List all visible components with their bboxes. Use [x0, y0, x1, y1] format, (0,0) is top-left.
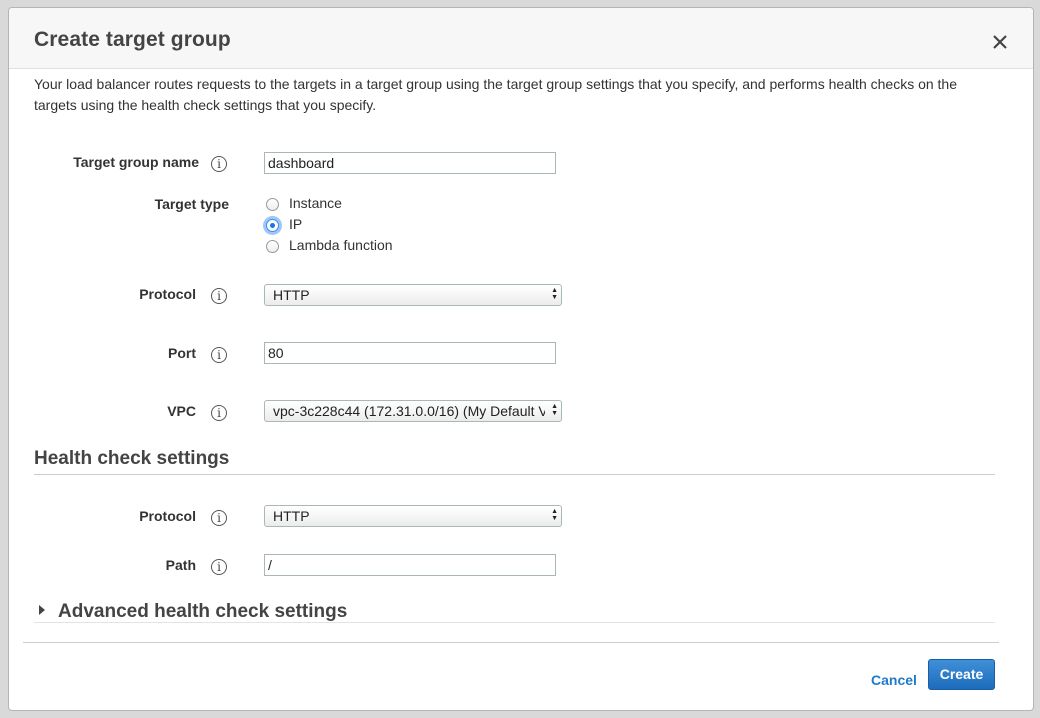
health-check-path-label: Path	[165, 557, 196, 573]
select-arrows-icon: ▲ ▼	[551, 287, 558, 301]
target-type-instance-radio[interactable]	[266, 198, 279, 211]
section-divider	[34, 474, 995, 475]
target-type-ip-radio[interactable]	[266, 219, 279, 232]
port-input[interactable]	[264, 342, 556, 364]
health-check-protocol-label: Protocol	[139, 508, 196, 524]
caret-right-icon[interactable]	[39, 605, 45, 615]
target-group-name-label: Target group name	[73, 154, 199, 170]
select-arrows-icon: ▲ ▼	[551, 508, 558, 522]
protocol-select-value: HTTP	[273, 287, 310, 303]
create-button[interactable]: Create	[928, 659, 995, 690]
target-type-label: Target type	[154, 196, 229, 212]
protocol-select[interactable]: HTTP ▲ ▼	[264, 284, 562, 306]
vpc-label: VPC	[167, 403, 196, 419]
info-icon[interactable]: i	[211, 405, 227, 421]
close-icon[interactable]	[989, 31, 1011, 53]
vpc-select-value: vpc-3c228c44 (172.31.0.0/16) (My Default…	[273, 403, 545, 419]
target-type-instance-label[interactable]: Instance	[289, 195, 342, 211]
dialog-title: Create target group	[34, 28, 231, 51]
target-type-lambda-label[interactable]: Lambda function	[289, 237, 393, 253]
health-check-protocol-select[interactable]: HTTP ▲ ▼	[264, 505, 562, 527]
advanced-health-check-toggle[interactable]: Advanced health check settings	[58, 601, 347, 623]
dialog-description: Your load balancer routes requests to th…	[34, 76, 958, 113]
vpc-select[interactable]: vpc-3c228c44 (172.31.0.0/16) (My Default…	[264, 400, 562, 422]
info-icon[interactable]: i	[211, 288, 227, 304]
protocol-label: Protocol	[139, 286, 196, 302]
port-label: Port	[168, 345, 196, 361]
health-check-section-title: Health check settings	[34, 448, 230, 469]
footer-divider	[23, 642, 999, 643]
info-icon[interactable]: i	[211, 156, 227, 172]
health-check-protocol-value: HTTP	[273, 508, 310, 524]
target-type-lambda-radio[interactable]	[266, 240, 279, 253]
info-icon[interactable]: i	[211, 347, 227, 363]
dialog-header: Create target group	[9, 8, 1033, 69]
advanced-divider	[34, 622, 995, 623]
target-type-ip-label[interactable]: IP	[289, 216, 302, 232]
target-group-name-input[interactable]	[264, 152, 556, 174]
info-icon[interactable]: i	[211, 559, 227, 575]
cancel-button[interactable]: Cancel	[871, 672, 917, 688]
info-icon[interactable]: i	[211, 510, 227, 526]
create-target-group-dialog: Create target group Your load balancer r…	[8, 7, 1034, 711]
health-check-path-input[interactable]	[264, 554, 556, 576]
select-arrows-icon: ▲ ▼	[551, 403, 558, 417]
